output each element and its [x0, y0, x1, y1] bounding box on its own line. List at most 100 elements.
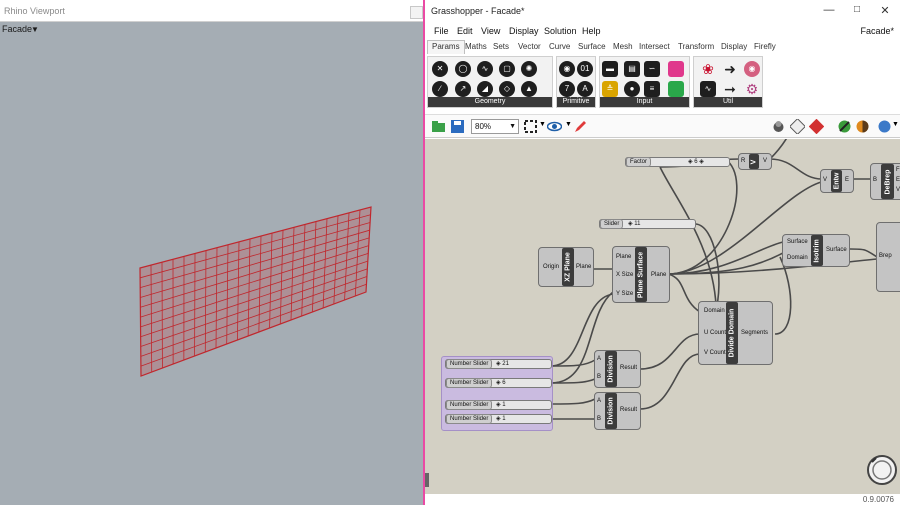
cherry-picker-icon[interactable]: ❀	[700, 61, 716, 77]
sketch-pencil-icon[interactable]	[573, 119, 588, 134]
display-mode-icon[interactable]	[855, 119, 870, 134]
viewport-name-label[interactable]: Facade	[2, 24, 32, 34]
component-body: V	[749, 154, 759, 169]
number-slider-divisor-b[interactable]: Number Slider ◈ 1	[445, 414, 552, 424]
value-list-icon[interactable]: ≡	[644, 81, 660, 97]
open-folder-icon[interactable]	[431, 119, 446, 134]
menu-help[interactable]: Help	[582, 26, 601, 36]
menu-file[interactable]: File	[434, 26, 449, 36]
number-param-icon[interactable]: 7	[559, 81, 575, 97]
number-slider-slider[interactable]: Slider ◈ 11	[599, 219, 696, 229]
minimize-button[interactable]: —	[821, 4, 837, 16]
preview-wireframe-icon[interactable]	[790, 119, 805, 134]
rhino-viewport[interactable]: Rhino Viewport Facade ▼	[0, 0, 423, 505]
slider-value: ◈ 6 ◈	[688, 159, 704, 165]
dropdown-triangle-icon[interactable]: ▼	[31, 25, 39, 34]
chevron-down-icon[interactable]: ▼	[539, 121, 546, 128]
boolean-toggle-icon[interactable]: ≙	[602, 81, 618, 97]
viewport-scene[interactable]	[0, 38, 423, 505]
component-name: Isotrim	[813, 238, 821, 263]
galapagos-icon[interactable]: ◉	[744, 61, 760, 77]
chevron-down-icon[interactable]: ▼	[565, 121, 572, 128]
menu-view[interactable]: View	[481, 26, 500, 36]
menu-display[interactable]: Display	[509, 26, 539, 36]
number-slider-factor[interactable]: Factor ◈ 6 ◈	[625, 157, 730, 167]
canvas-scrollbar[interactable]	[425, 473, 429, 487]
port-domain: Domain	[704, 308, 725, 314]
component-body: Divide Domain	[726, 302, 738, 364]
surface-param-icon[interactable]: ▢	[499, 61, 515, 77]
number-slider-divisor-a[interactable]: Number Slider ◈ 1	[445, 400, 552, 410]
viewport-name-bar: Facade ▼	[0, 22, 423, 38]
field-param-icon[interactable]: ✺	[521, 61, 537, 77]
number-slider-icon[interactable]: ▬	[602, 61, 618, 77]
data-input-arrow-icon[interactable]: ➜	[722, 61, 738, 77]
colour-swatch-icon[interactable]	[668, 81, 684, 97]
boolean-param-icon[interactable]: ◉	[559, 61, 575, 77]
point-param-icon[interactable]: ✕	[432, 61, 448, 77]
tab-curve[interactable]: Curve	[549, 42, 570, 51]
flask-icon[interactable]: ⚙	[744, 81, 760, 97]
bake-icon[interactable]	[837, 119, 852, 134]
preview-shaded-icon[interactable]	[771, 119, 786, 134]
tab-maths[interactable]: Maths	[465, 42, 487, 51]
chevron-down-icon[interactable]: ▼	[892, 121, 899, 128]
division-component-1[interactable]: A B Division Result	[594, 350, 641, 388]
preview-eye-icon[interactable]	[547, 119, 562, 134]
grasshopper-canvas[interactable]: Factor ◈ 6 ◈ Slider ◈ 11 Number Slider ◈…	[425, 139, 900, 494]
tab-display[interactable]: Display	[721, 42, 747, 51]
entity-component[interactable]: V Entw E	[820, 169, 854, 193]
menu-bar: File Edit View Display Solution Help Fac…	[425, 22, 900, 40]
debrep-component[interactable]: B DeBrep F E V	[870, 163, 900, 200]
tab-transform[interactable]: Transform	[678, 42, 714, 51]
vector-param-icon[interactable]: ↗	[455, 81, 471, 97]
port-brep: Brep	[879, 253, 892, 259]
canvas-navigation-compass-icon[interactable]	[866, 454, 898, 486]
slider-label: Slider	[600, 219, 624, 229]
tab-sets[interactable]: Sets	[493, 42, 509, 51]
number-slider-u[interactable]: Number Slider ◈ 21	[445, 359, 552, 369]
save-icon[interactable]	[450, 119, 465, 134]
divide-domain-component[interactable]: Domain U Count V Count Divide Domain Seg…	[698, 301, 773, 365]
preview-selected-icon[interactable]	[809, 119, 824, 134]
mesh-param-icon[interactable]: ▲	[521, 81, 537, 97]
tab-mesh[interactable]: Mesh	[613, 42, 633, 51]
tab-firefly[interactable]: Firefly	[754, 42, 776, 51]
maximize-icon[interactable]	[410, 6, 423, 19]
division-component-2[interactable]: A B Division Result	[594, 392, 641, 430]
menu-edit[interactable]: Edit	[457, 26, 473, 36]
brep-component[interactable]: Brep	[876, 222, 900, 292]
button-icon[interactable]: ●	[624, 81, 640, 97]
close-button[interactable]: ✕	[877, 4, 893, 17]
maximize-button[interactable]: □	[849, 4, 865, 15]
line-param-icon[interactable]: ∕	[432, 81, 448, 97]
plane-surface-component[interactable]: Plane X Size Y Size Plane Surface Plane	[612, 246, 670, 303]
tab-params[interactable]: Params	[427, 40, 465, 54]
port-b: B	[597, 374, 602, 380]
curve-param-icon[interactable]: ∿	[477, 61, 493, 77]
timer-icon[interactable]: ∿	[700, 81, 716, 97]
tab-intersect[interactable]: Intersect	[639, 42, 670, 51]
panel-icon[interactable]: ▤	[624, 61, 640, 77]
globe-icon[interactable]	[877, 119, 892, 134]
graph-mapper-icon[interactable]: ∽	[644, 61, 660, 77]
zoom-select[interactable]: 80% ▼	[471, 119, 519, 134]
menu-solution[interactable]: Solution	[544, 26, 577, 36]
gradient-icon[interactable]	[668, 61, 684, 77]
data-output-arrow-icon[interactable]: ➞	[722, 81, 738, 97]
integer-param-icon[interactable]: 01	[577, 61, 593, 77]
port-surface-out: Surface	[826, 247, 847, 253]
component-name: XZ Plane	[564, 252, 572, 282]
brep-param-icon[interactable]: ◇	[499, 81, 515, 97]
circle-param-icon[interactable]: ◯	[455, 61, 471, 77]
tab-surface[interactable]: Surface	[578, 42, 606, 51]
xz-plane-component[interactable]: Origin XZ Plane Plane	[538, 247, 594, 287]
text-param-icon[interactable]: A	[577, 81, 593, 97]
zoom-extents-icon[interactable]	[523, 119, 538, 134]
tab-vector[interactable]: Vector	[518, 42, 541, 51]
port-plane: Plane	[616, 254, 632, 260]
isotrim-component[interactable]: Surface Domain Isotrim Surface	[782, 234, 850, 267]
number-slider-v[interactable]: Number Slider ◈ 6	[445, 378, 552, 388]
v-component[interactable]: R V V	[738, 153, 772, 170]
plane-param-icon[interactable]: ◢	[477, 81, 493, 97]
